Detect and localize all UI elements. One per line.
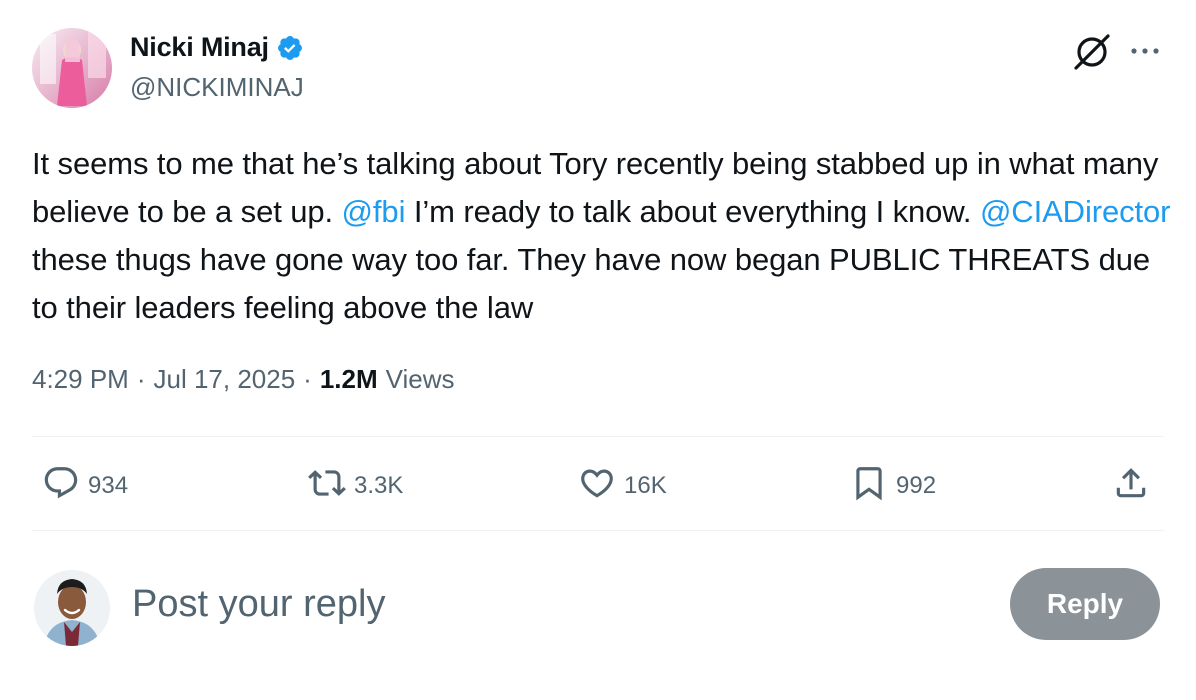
reply-composer: Reply	[32, 566, 1164, 650]
repost-action-button[interactable]: 3.3K	[308, 458, 403, 514]
tweet-body: It seems to me that he’s talking about T…	[32, 140, 1172, 332]
tweet-text-segment: I’m ready to talk about everything I kno…	[405, 194, 980, 229]
reply-input[interactable]	[132, 578, 952, 630]
verified-badge-icon[interactable]	[276, 34, 304, 62]
action-bar: 934 3.3K 16K 992	[32, 458, 1164, 514]
mention-link-fbi[interactable]: @fbi	[342, 194, 406, 229]
views-count[interactable]: 1.2M	[320, 364, 378, 395]
tweet-time[interactable]: 4:29 PM	[32, 364, 129, 395]
reply-action-button[interactable]: 934	[42, 458, 128, 514]
like-action-button[interactable]: 16K	[578, 458, 667, 514]
meta-separator: ·	[303, 364, 312, 394]
views-label: Views	[385, 364, 455, 394]
meta-separator: ·	[136, 364, 146, 394]
tweet-header: Nicki Minaj @NICKIMINAJ	[32, 28, 1164, 110]
heart-icon	[578, 464, 616, 509]
share-action-button[interactable]	[1112, 458, 1150, 514]
reply-icon	[42, 464, 80, 509]
tweet-text-segment: these thugs have gone way too far. They …	[32, 242, 1150, 325]
tweet-date[interactable]: Jul 17, 2025	[154, 364, 296, 395]
repost-count: 3.3K	[354, 472, 404, 499]
divider	[32, 530, 1164, 531]
grok-icon[interactable]	[1072, 32, 1112, 72]
mention-link-ciadirector[interactable]: @CIADirector	[980, 194, 1171, 229]
like-count: 16K	[624, 472, 667, 499]
author-avatar[interactable]	[32, 28, 112, 108]
bookmark-count: 992	[896, 472, 937, 499]
name-row: Nicki Minaj	[130, 32, 304, 63]
author-handle[interactable]: @NICKIMINAJ	[130, 72, 304, 103]
bookmark-action-button[interactable]: 992	[850, 458, 936, 514]
divider	[32, 436, 1164, 437]
share-icon	[1112, 464, 1150, 509]
user-avatar[interactable]	[34, 570, 110, 646]
repost-icon	[308, 464, 346, 509]
more-options-icon[interactable]	[1126, 36, 1164, 66]
author-display-name[interactable]: Nicki Minaj	[130, 32, 269, 63]
reply-button[interactable]: Reply	[1010, 568, 1160, 640]
tweet-meta: 4:29 PM · Jul 17, 2025 · 1.2M Views	[32, 364, 455, 395]
bookmark-icon	[850, 464, 888, 509]
reply-count: 934	[88, 472, 129, 499]
